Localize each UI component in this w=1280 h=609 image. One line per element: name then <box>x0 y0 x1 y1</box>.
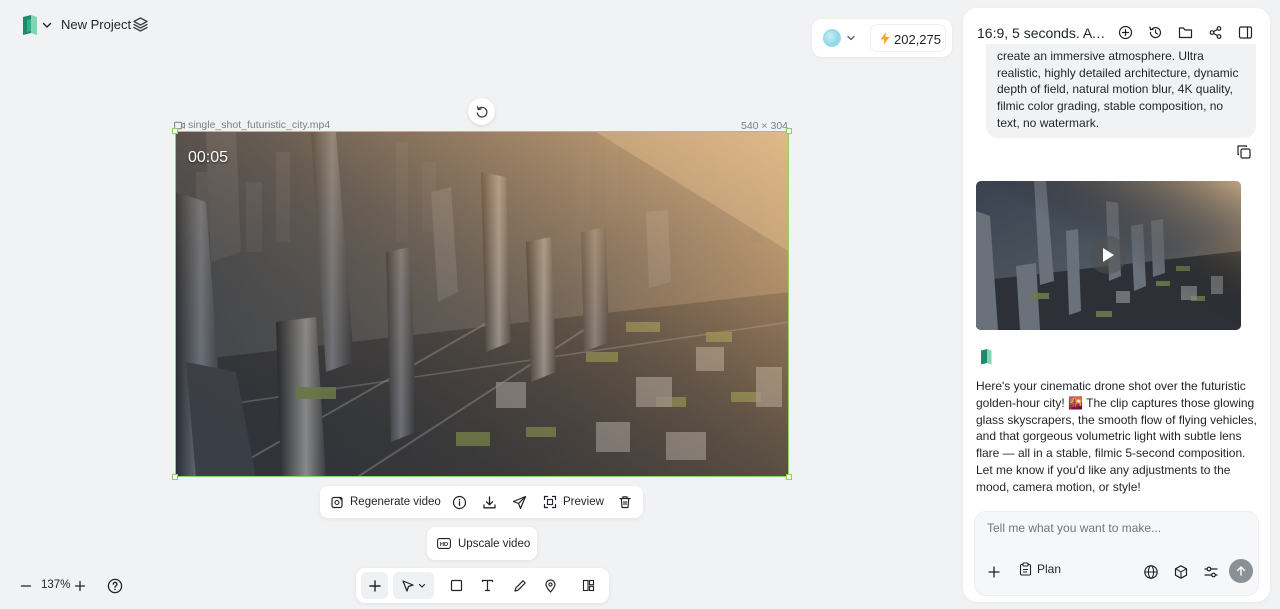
tool-pen[interactable] <box>506 572 533 599</box>
resize-handle-bottom-left[interactable] <box>172 474 178 480</box>
layers-icon[interactable] <box>132 16 149 33</box>
add-icon <box>368 579 382 593</box>
delete-button[interactable] <box>618 486 632 518</box>
credits-widget: 202,275 <box>812 19 952 57</box>
tool-add[interactable] <box>361 572 388 599</box>
chat-title[interactable]: 16:9, 5 seconds. A cinematic <box>977 25 1107 41</box>
select-chevron-down-icon <box>418 582 426 590</box>
resize-handle-top-right[interactable] <box>786 128 792 134</box>
regenerate-video-button[interactable]: Regenerate video <box>331 486 441 518</box>
share-icon[interactable] <box>1208 25 1223 40</box>
city-video-frame <box>176 132 788 476</box>
credit-balance: 202,275 <box>894 32 941 47</box>
info-icon <box>452 495 467 510</box>
resize-handle-bottom-right[interactable] <box>786 474 792 480</box>
copy-icon[interactable] <box>1236 144 1252 160</box>
assistant-avatar-icon <box>979 348 993 365</box>
video-canvas-element[interactable]: 00:05 <box>175 131 789 477</box>
canvas-toolbar <box>356 568 609 603</box>
send-icon <box>512 495 527 510</box>
chat-panel: 16:9, 5 seconds. A cinematic create an i… <box>963 8 1270 602</box>
zoom-level[interactable]: 137% <box>41 579 70 591</box>
play-button[interactable] <box>1089 236 1127 274</box>
video-file-name: single_shot_futuristic_city.mp4 <box>188 119 331 131</box>
download-icon <box>482 495 497 510</box>
reset-rotation-button[interactable] <box>468 98 495 125</box>
zoom-in-button[interactable] <box>72 578 88 594</box>
project-name[interactable]: New Project <box>61 17 131 32</box>
video-action-bar: Regenerate video Preview <box>320 486 643 518</box>
upscale-video-label: Upscale video <box>458 537 531 550</box>
credit-balance-button[interactable]: 202,275 <box>870 24 946 52</box>
folder-icon[interactable] <box>1178 25 1193 40</box>
assistant-reply-text: Here's your cinematic drone shot over th… <box>976 379 1257 494</box>
rectangle-icon <box>450 579 463 592</box>
pen-icon <box>513 579 527 593</box>
location-pin-icon <box>544 578 557 593</box>
globe-icon[interactable] <box>1143 564 1159 580</box>
resize-handle-top-left[interactable] <box>172 128 178 134</box>
clipboard-icon <box>1019 562 1032 576</box>
tool-text[interactable] <box>474 572 501 599</box>
tool-rectangle[interactable] <box>443 572 470 599</box>
regenerate-icon <box>331 496 344 509</box>
info-button[interactable] <box>452 486 467 518</box>
project-chevron-down-icon[interactable] <box>41 19 53 31</box>
upscale-video-button[interactable]: HD Upscale video <box>427 527 537 560</box>
arrow-up-icon <box>1235 565 1247 577</box>
preview-label: Preview <box>563 496 604 508</box>
video-timecode: 00:05 <box>188 149 229 166</box>
layout-icon <box>582 579 595 592</box>
regenerate-video-label: Regenerate video <box>350 496 441 508</box>
history-icon[interactable] <box>1148 25 1163 40</box>
send-button[interactable] <box>1229 559 1253 583</box>
generated-video-thumbnail[interactable] <box>976 181 1241 330</box>
bolt-icon <box>878 31 892 46</box>
trash-icon <box>618 495 632 509</box>
zoom-out-button[interactable] <box>18 578 34 594</box>
text-icon <box>481 579 494 592</box>
new-chat-icon[interactable] <box>1118 25 1133 40</box>
tool-location[interactable] <box>537 572 564 599</box>
user-prompt-bubble: create an immersive atmosphere. Ultra re… <box>986 44 1256 138</box>
chat-input[interactable] <box>987 521 1247 535</box>
toggle-sidebar-icon[interactable] <box>1238 25 1253 40</box>
tool-select[interactable] <box>393 572 434 599</box>
attach-add-icon[interactable] <box>986 564 1002 580</box>
plan-button[interactable]: Plan <box>1019 562 1061 576</box>
model-selector-orb-icon[interactable] <box>823 29 841 47</box>
play-icon <box>1100 246 1116 264</box>
app-logo[interactable] <box>20 14 40 36</box>
download-button[interactable] <box>482 486 497 518</box>
preview-button[interactable]: Preview <box>543 486 604 518</box>
model-chevron-down-icon[interactable] <box>846 33 856 43</box>
tool-layout[interactable] <box>575 572 602 599</box>
plan-label: Plan <box>1037 562 1062 576</box>
cube-icon[interactable] <box>1173 564 1189 580</box>
select-arrow-icon <box>401 579 415 593</box>
preview-frame-icon <box>543 495 557 509</box>
svg-text:HD: HD <box>440 542 448 548</box>
chat-composer: Plan <box>974 511 1259 596</box>
settings-sliders-icon[interactable] <box>1203 564 1219 580</box>
hd-icon: HD <box>437 538 451 549</box>
help-icon[interactable] <box>107 578 123 594</box>
share-send-button[interactable] <box>512 486 527 518</box>
